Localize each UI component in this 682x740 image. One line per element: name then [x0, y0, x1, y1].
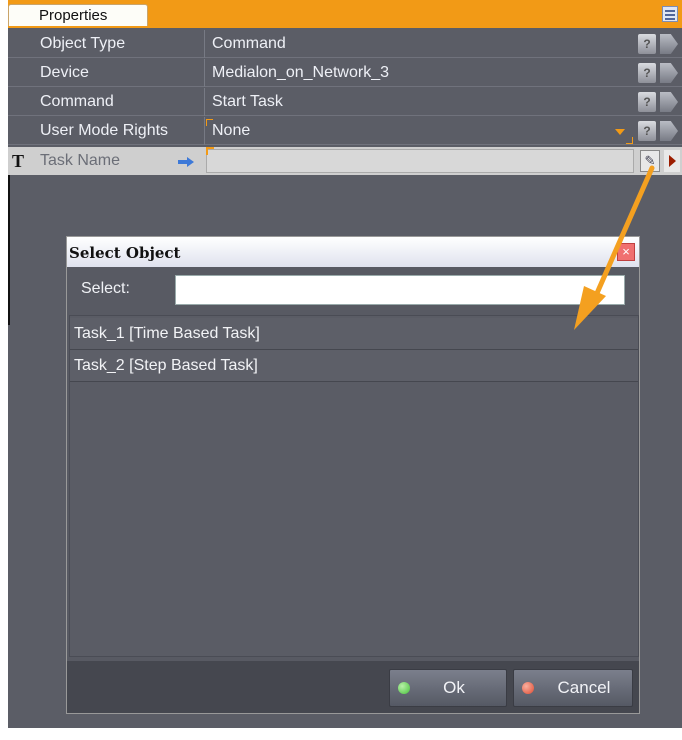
select-row: Select: — [67, 267, 639, 311]
help-icon[interactable]: ? — [638, 92, 656, 112]
property-value: Medialon_on_Network_3 — [212, 64, 389, 81]
properties-header: Properties — [8, 0, 682, 28]
dropdown-arrow-icon[interactable] — [615, 129, 625, 135]
select-input[interactable] — [175, 275, 625, 305]
tab-properties[interactable]: Properties — [8, 4, 148, 26]
ok-label: Ok — [443, 678, 465, 697]
dialog-titlebar[interactable]: Select Object × — [67, 237, 639, 267]
go-arrow-icon[interactable] — [664, 150, 680, 172]
panel-edge — [8, 175, 10, 325]
property-label: Device — [40, 64, 89, 81]
property-row-object-type[interactable]: Object Type Command ? — [8, 30, 682, 58]
list-item[interactable]: Task_1 [Time Based Task] — [70, 318, 638, 350]
help-icon[interactable]: ? — [638, 121, 656, 141]
property-value: Start Task — [212, 93, 283, 110]
column-divider — [204, 30, 205, 58]
field-corner-mark — [626, 137, 633, 144]
property-value: Command — [212, 35, 286, 52]
object-picker-icon[interactable]: ✎ — [640, 150, 660, 172]
expand-arrow-icon[interactable] — [660, 92, 678, 112]
user-mode-rights-select[interactable]: None — [212, 117, 250, 145]
task-name-input[interactable] — [206, 149, 634, 173]
field-corner-mark — [206, 147, 214, 155]
cancel-label: Cancel — [557, 678, 611, 697]
select-label: Select: — [81, 280, 130, 297]
text-type-icon: T — [12, 151, 25, 171]
property-label: Task Name — [40, 152, 121, 169]
column-divider — [204, 117, 205, 145]
property-row-device[interactable]: Device Medialon_on_Network_3 ? — [8, 59, 682, 87]
close-icon[interactable]: × — [617, 243, 635, 261]
expand-arrow-icon[interactable] — [660, 121, 678, 141]
property-row-user-mode-rights[interactable]: User Mode Rights None ? — [8, 117, 682, 145]
property-label: Object Type — [40, 35, 126, 52]
expand-arrow-icon[interactable] — [660, 63, 678, 83]
dialog-footer: Ok Cancel — [67, 661, 639, 713]
property-label: Command — [40, 93, 114, 110]
view-toggle-icon[interactable] — [662, 6, 678, 22]
blue-right-arrow-icon — [178, 157, 194, 167]
column-divider — [204, 88, 205, 116]
object-list[interactable]: Task_1 [Time Based Task] Task_2 [Step Ba… — [69, 315, 639, 657]
property-row-task-name[interactable]: T Task Name ✎ — [8, 147, 682, 175]
expand-arrow-icon[interactable] — [660, 34, 678, 54]
list-item[interactable]: Task_2 [Step Based Task] — [70, 350, 638, 382]
select-object-dialog: Select Object × Select: Task_1 [Time Bas… — [66, 236, 640, 714]
dialog-title: Select Object — [69, 244, 181, 262]
property-row-command[interactable]: Command Start Task ? — [8, 88, 682, 116]
ok-button[interactable]: Ok — [389, 669, 507, 707]
cancel-button[interactable]: Cancel — [513, 669, 633, 707]
column-divider — [204, 59, 205, 87]
help-icon[interactable]: ? — [638, 34, 656, 54]
properties-panel: Properties Object Type Command ? Device … — [8, 0, 682, 728]
help-icon[interactable]: ? — [638, 63, 656, 83]
property-label: User Mode Rights — [40, 122, 169, 139]
